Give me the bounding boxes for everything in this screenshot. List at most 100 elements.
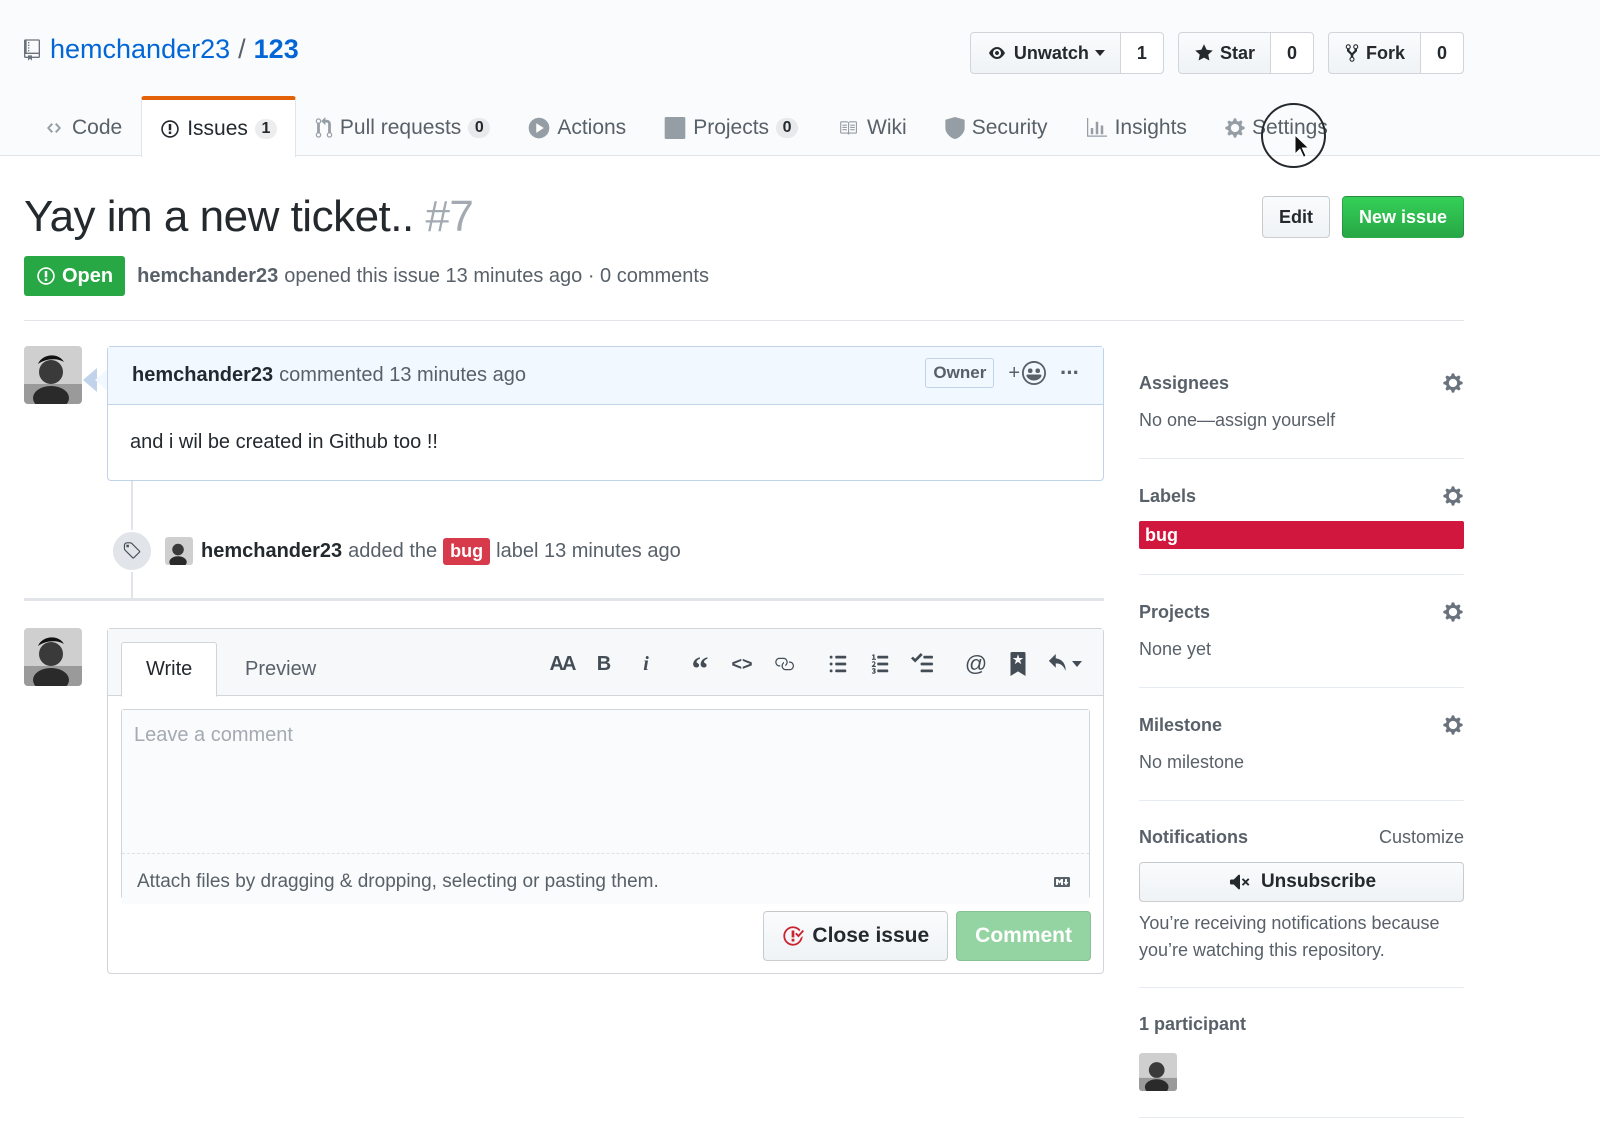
saved-replies-button[interactable] [997, 649, 1039, 679]
status-badge: Open [24, 256, 126, 296]
comment-form-actions: Close issue Comment [763, 911, 1091, 961]
gear-icon[interactable] [1442, 714, 1464, 736]
code-button[interactable]: <> [721, 649, 763, 679]
pull-request-icon [315, 116, 333, 138]
issue-opened-icon [37, 267, 55, 285]
notifications-heading: Notifications Customize [1139, 827, 1464, 848]
fork-count[interactable]: 0 [1420, 33, 1463, 73]
caret-down-icon [1072, 661, 1082, 667]
projects-text: None yet [1139, 639, 1212, 659]
tasklist-icon [911, 653, 933, 673]
tab-security[interactable]: Security [926, 96, 1067, 156]
edit-button[interactable]: Edit [1261, 196, 1330, 238]
unsubscribe-button[interactable]: Unsubscribe [1139, 862, 1464, 902]
comment-button[interactable]: Comment [956, 911, 1091, 961]
projects-heading[interactable]: Projects [1139, 601, 1464, 623]
event-author-link[interactable]: hemchander23 [201, 540, 342, 563]
user-avatar-image [24, 346, 82, 404]
star-icon [1195, 44, 1213, 61]
file-attach-hint: Attach files by dragging & dropping, sel… [137, 871, 659, 892]
tab-wiki-label: Wiki [867, 115, 907, 139]
user-avatar-image [24, 628, 82, 686]
bulleted-list-button[interactable] [817, 649, 859, 679]
numbered-list-button[interactable] [859, 649, 901, 679]
avatar[interactable] [165, 537, 193, 565]
pulls-counter: 0 [468, 117, 491, 138]
repo-nav: Code Issues 1 Pull requests 0 Actions Pr… [24, 96, 1347, 157]
owner-badge: Owner [925, 358, 995, 388]
avatar[interactable] [24, 346, 82, 404]
issue-meta-text: opened this issue 13 minutes ago · 0 com… [284, 264, 709, 287]
comment-timestamp[interactable]: commented 13 minutes ago [279, 364, 526, 387]
avatar[interactable] [24, 628, 82, 686]
milestone-heading[interactable]: Milestone [1139, 714, 1464, 736]
new-issue-button[interactable]: New issue [1341, 196, 1464, 238]
repo-owner-link[interactable]: hemchander23 [50, 34, 230, 65]
timeline-divider [24, 598, 1104, 601]
gear-icon[interactable] [1442, 485, 1464, 507]
projects-counter: 0 [776, 117, 799, 138]
italic-button[interactable]: i [625, 649, 667, 679]
labels-heading-label: Labels [1139, 485, 1197, 506]
tab-insights-label: Insights [1114, 115, 1187, 139]
tab-code[interactable]: Code [24, 96, 141, 156]
labels-heading[interactable]: Labels [1139, 485, 1464, 507]
assign-yourself-link[interactable]: No one—assign yourself [1139, 410, 1464, 431]
list-unordered-icon [829, 655, 847, 673]
sidebar-bug-label[interactable]: bug [1139, 521, 1464, 549]
issue-meta: Open hemchander23 opened this issue 13 m… [24, 256, 709, 296]
participant-avatar[interactable] [1139, 1053, 1177, 1091]
gear-icon[interactable] [1442, 372, 1464, 394]
close-issue-label: Close issue [812, 924, 930, 947]
tab-write[interactable]: Write [121, 642, 218, 697]
tab-issues[interactable]: Issues 1 [141, 96, 296, 157]
tab-projects[interactable]: Projects 0 [645, 96, 817, 156]
reply-button[interactable] [1039, 649, 1089, 679]
tab-preview[interactable]: Preview [221, 642, 340, 696]
fork-button[interactable]: Fork [1329, 33, 1421, 73]
repo-name-link[interactable]: 123 [254, 34, 299, 65]
comment-header: hemchander23 commented 13 minutes ago Ow… [108, 347, 1103, 405]
close-issue-button[interactable]: Close issue [763, 911, 949, 961]
reply-icon [1048, 654, 1066, 671]
assignees-heading-label: Assignees [1139, 372, 1230, 393]
link-button[interactable] [763, 649, 805, 679]
sidebar-projects: Projects None yet [1139, 575, 1464, 688]
timeline-event: hemchander23 added the bug label 13 minu… [111, 530, 681, 572]
customize-link[interactable]: Customize [1379, 827, 1464, 848]
bug-label[interactable]: bug [443, 537, 491, 565]
tab-pull-requests[interactable]: Pull requests 0 [296, 96, 509, 156]
tab-actions[interactable]: Actions [509, 96, 645, 156]
bold-button[interactable]: B [583, 649, 625, 679]
comment-author-link[interactable]: hemchander23 [132, 364, 273, 387]
tag-icon [123, 542, 141, 559]
notifications-reason: You’re receiving notifications because y… [1139, 913, 1440, 960]
quote-button[interactable]: “ [679, 649, 721, 688]
header-text-button[interactable]: AA [541, 649, 583, 679]
comment-textarea[interactable] [122, 710, 1089, 854]
event-text-before: added the [348, 539, 438, 562]
file-attach-area[interactable]: Attach files by dragging & dropping, sel… [122, 860, 1089, 904]
star-label: Star [1219, 42, 1255, 63]
assignees-heading[interactable]: Assignees [1139, 372, 1464, 394]
add-reaction-button[interactable]: + [1008, 361, 1047, 385]
reaction-plus: + [1008, 361, 1021, 384]
markdown-icon[interactable] [1049, 874, 1075, 890]
star-button-group: Star 0 [1177, 32, 1314, 74]
watch-count[interactable]: 1 [1120, 33, 1163, 73]
issue-author-link[interactable]: hemchander23 [137, 265, 278, 288]
issue-comment: hemchander23 commented 13 minutes ago Ow… [107, 346, 1104, 481]
star-count[interactable]: 0 [1270, 33, 1313, 73]
comment-textarea-wrap: Attach files by dragging & dropping, sel… [121, 709, 1090, 904]
task-list-button[interactable] [901, 649, 943, 679]
unwatch-label: Unwatch [1013, 42, 1089, 63]
gear-icon[interactable] [1442, 601, 1464, 623]
event-text-after: label 13 minutes ago [496, 539, 681, 562]
tab-insights[interactable]: Insights [1067, 96, 1206, 156]
star-button[interactable]: Star [1179, 33, 1271, 73]
mention-button[interactable]: @ [955, 649, 997, 679]
comment-options-button[interactable]: ··· [1060, 360, 1080, 386]
tab-security-label: Security [971, 115, 1048, 139]
unwatch-button[interactable]: Unwatch [971, 33, 1121, 73]
tab-wiki[interactable]: Wiki [817, 96, 926, 156]
